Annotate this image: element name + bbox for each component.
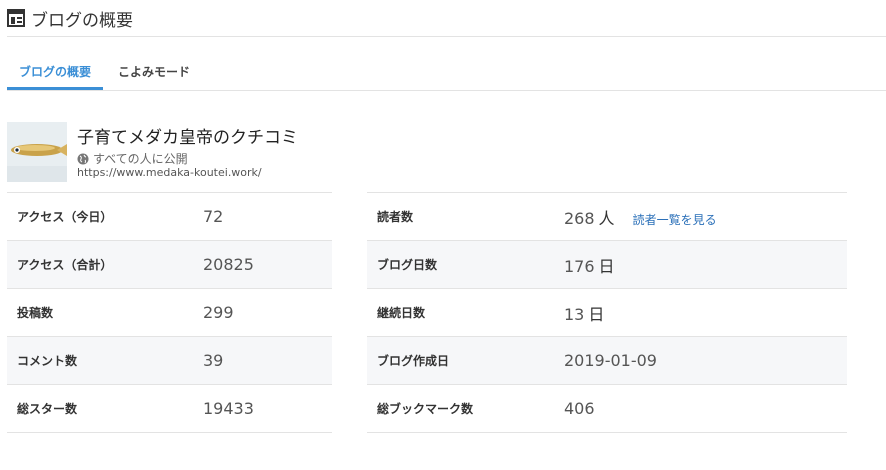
reader-list-link[interactable]: 読者一覧を見る	[633, 213, 717, 227]
table-row: ブログ作成日 2019-01-09	[367, 336, 847, 385]
blog-info: 子育てメダカ皇帝のクチコミ すべての人に公開 https://www.medak…	[7, 122, 607, 182]
stat-number: 176	[564, 256, 595, 276]
visibility-status: すべての人に公開	[77, 150, 188, 167]
tab-calendar-mode[interactable]: こよみモード	[109, 56, 199, 89]
stat-label: ブログ日数	[377, 258, 438, 272]
reader-count: 268	[564, 208, 595, 228]
stat-unit: 日	[588, 304, 605, 324]
stat-label: 総ブックマーク数	[377, 402, 474, 416]
globe-icon	[77, 153, 89, 165]
stat-label: アクセス（合計）	[17, 258, 113, 272]
stat-value: 19433	[203, 399, 254, 418]
table-row: 総ブックマーク数 406	[367, 384, 847, 433]
page-title: ブログの概要	[31, 10, 133, 31]
stat-label: アクセス（今日）	[17, 210, 113, 224]
stat-value: 13 日	[564, 289, 847, 337]
stat-number: 13	[564, 304, 585, 324]
visibility-label: すべての人に公開	[93, 152, 188, 166]
blog-title[interactable]: 子育てメダカ皇帝のクチコミ	[77, 123, 298, 148]
stats-table-left: アクセス（今日） 72 アクセス（合計） 20825 投稿数 299 コメント数…	[7, 192, 332, 433]
table-row: 総スター数 19433	[7, 384, 332, 433]
stat-unit: 日	[598, 256, 615, 276]
blog-url[interactable]: https://www.medaka-koutei.work/	[77, 166, 262, 179]
stat-unit: 人	[598, 208, 615, 228]
stat-value: 406	[564, 399, 595, 418]
stat-value: 39	[203, 351, 224, 370]
stat-value: 268 人 読者一覧を見る	[564, 193, 847, 241]
table-row: ブログ日数 176 日	[367, 240, 847, 289]
stats-table-right: 読者数 268 人読者一覧を見る ブログ日数 176 日 継続日数 13 日 ブログ作…	[367, 192, 847, 433]
table-row: アクセス（合計） 20825	[7, 240, 332, 289]
medaka-fish-thumbnail[interactable]	[7, 122, 67, 182]
stat-label: 読者数	[377, 210, 414, 224]
tab-bar: ブログの概要 こよみモード	[7, 56, 886, 91]
table-row: 継続日数 13 日	[367, 288, 847, 337]
table-row: コメント数 39	[7, 336, 332, 385]
tab-blog-overview[interactable]: ブログの概要	[7, 56, 103, 90]
table-row: アクセス（今日） 72	[7, 192, 332, 241]
stat-label: 総スター数	[17, 402, 78, 416]
stat-value: 299	[203, 303, 234, 322]
table-row: 読者数 268 人 読者一覧を見る	[367, 192, 847, 241]
dashboard-layout-icon	[7, 9, 25, 27]
stat-label: コメント数	[17, 354, 78, 368]
table-row: 投稿数 299	[7, 288, 332, 337]
stat-value: 2019-01-09	[564, 351, 657, 370]
stat-label: 投稿数	[17, 306, 54, 320]
page-header: ブログの概要	[7, 0, 886, 37]
stat-value: 176 日	[564, 241, 847, 289]
stat-value: 72	[203, 207, 224, 226]
stat-label: ブログ作成日	[377, 354, 450, 368]
stat-value: 20825	[203, 255, 254, 274]
stat-label: 継続日数	[377, 306, 426, 320]
